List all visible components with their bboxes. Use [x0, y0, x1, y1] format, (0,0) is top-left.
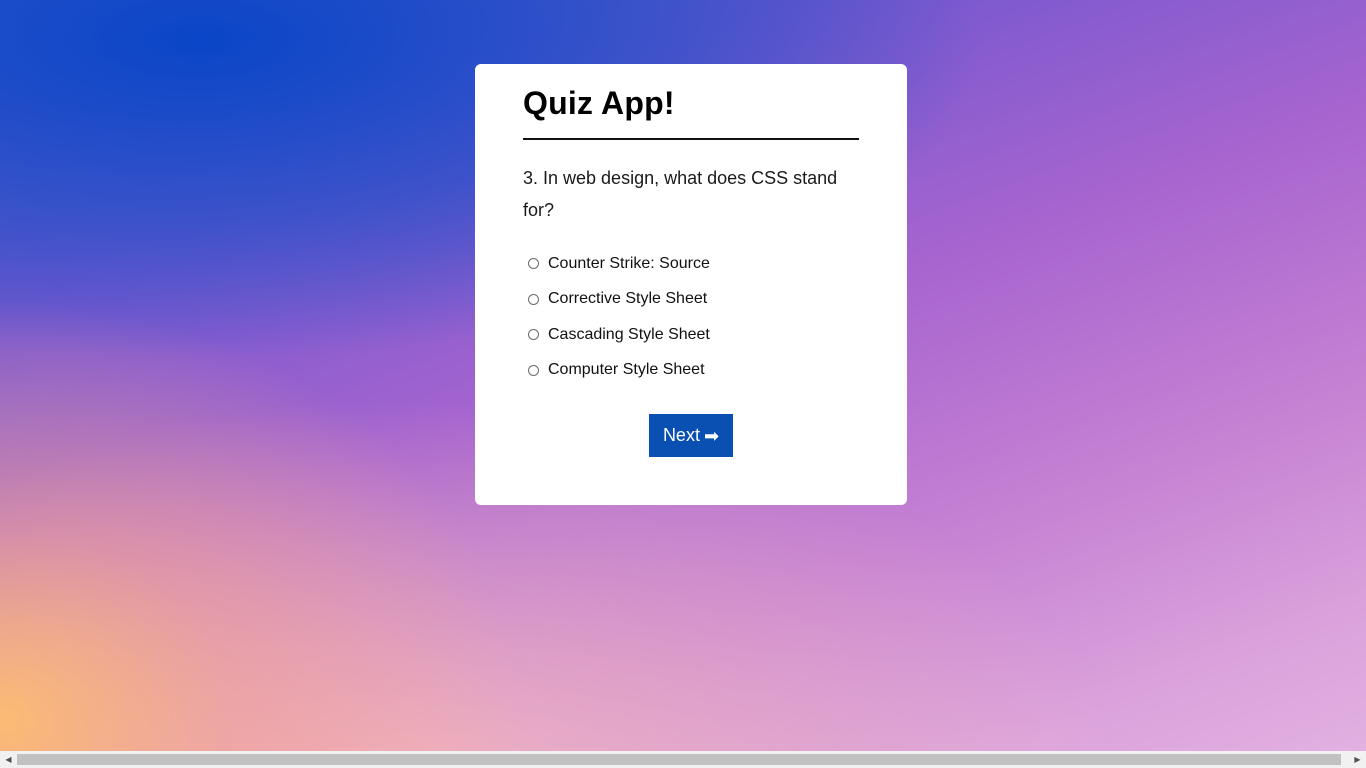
answer-option[interactable]: Counter Strike: Source: [523, 246, 859, 282]
next-button[interactable]: Next ➡: [649, 414, 733, 457]
answer-option[interactable]: Corrective Style Sheet: [523, 282, 859, 318]
answer-option-label[interactable]: Computer Style Sheet: [548, 361, 705, 379]
question-text: 3. In web design, what does CSS stand fo…: [523, 168, 838, 220]
scrollbar-thumb[interactable]: [17, 754, 1341, 765]
right-arrow-icon: ➡: [703, 425, 720, 446]
radio-button[interactable]: [528, 258, 539, 270]
answer-option[interactable]: Computer Style Sheet: [523, 353, 859, 389]
quiz-title: Quiz App!: [523, 85, 675, 121]
answer-options: Counter Strike: Source Corrective Style …: [523, 246, 859, 388]
answer-option-label[interactable]: Corrective Style Sheet: [548, 290, 707, 308]
scroll-left-arrow-icon[interactable]: ◀: [0, 751, 17, 768]
answer-option-label[interactable]: Cascading Style Sheet: [548, 326, 710, 344]
quiz-card: Quiz App! 3. In web design, what does CS…: [475, 64, 907, 505]
answer-option-label[interactable]: Counter Strike: Source: [548, 255, 710, 273]
title-divider: [523, 138, 859, 140]
scroll-right-arrow-icon[interactable]: ▶: [1349, 751, 1366, 768]
radio-button[interactable]: [528, 329, 539, 341]
radio-button[interactable]: [528, 364, 539, 376]
horizontal-scrollbar[interactable]: ◀ ▶: [0, 751, 1366, 768]
answer-option[interactable]: Cascading Style Sheet: [523, 317, 859, 353]
page-background: Quiz App! 3. In web design, what does CS…: [0, 0, 1366, 768]
next-button-label: Next: [662, 425, 700, 445]
next-button-container: Next ➡: [475, 414, 907, 457]
radio-button[interactable]: [528, 293, 539, 305]
